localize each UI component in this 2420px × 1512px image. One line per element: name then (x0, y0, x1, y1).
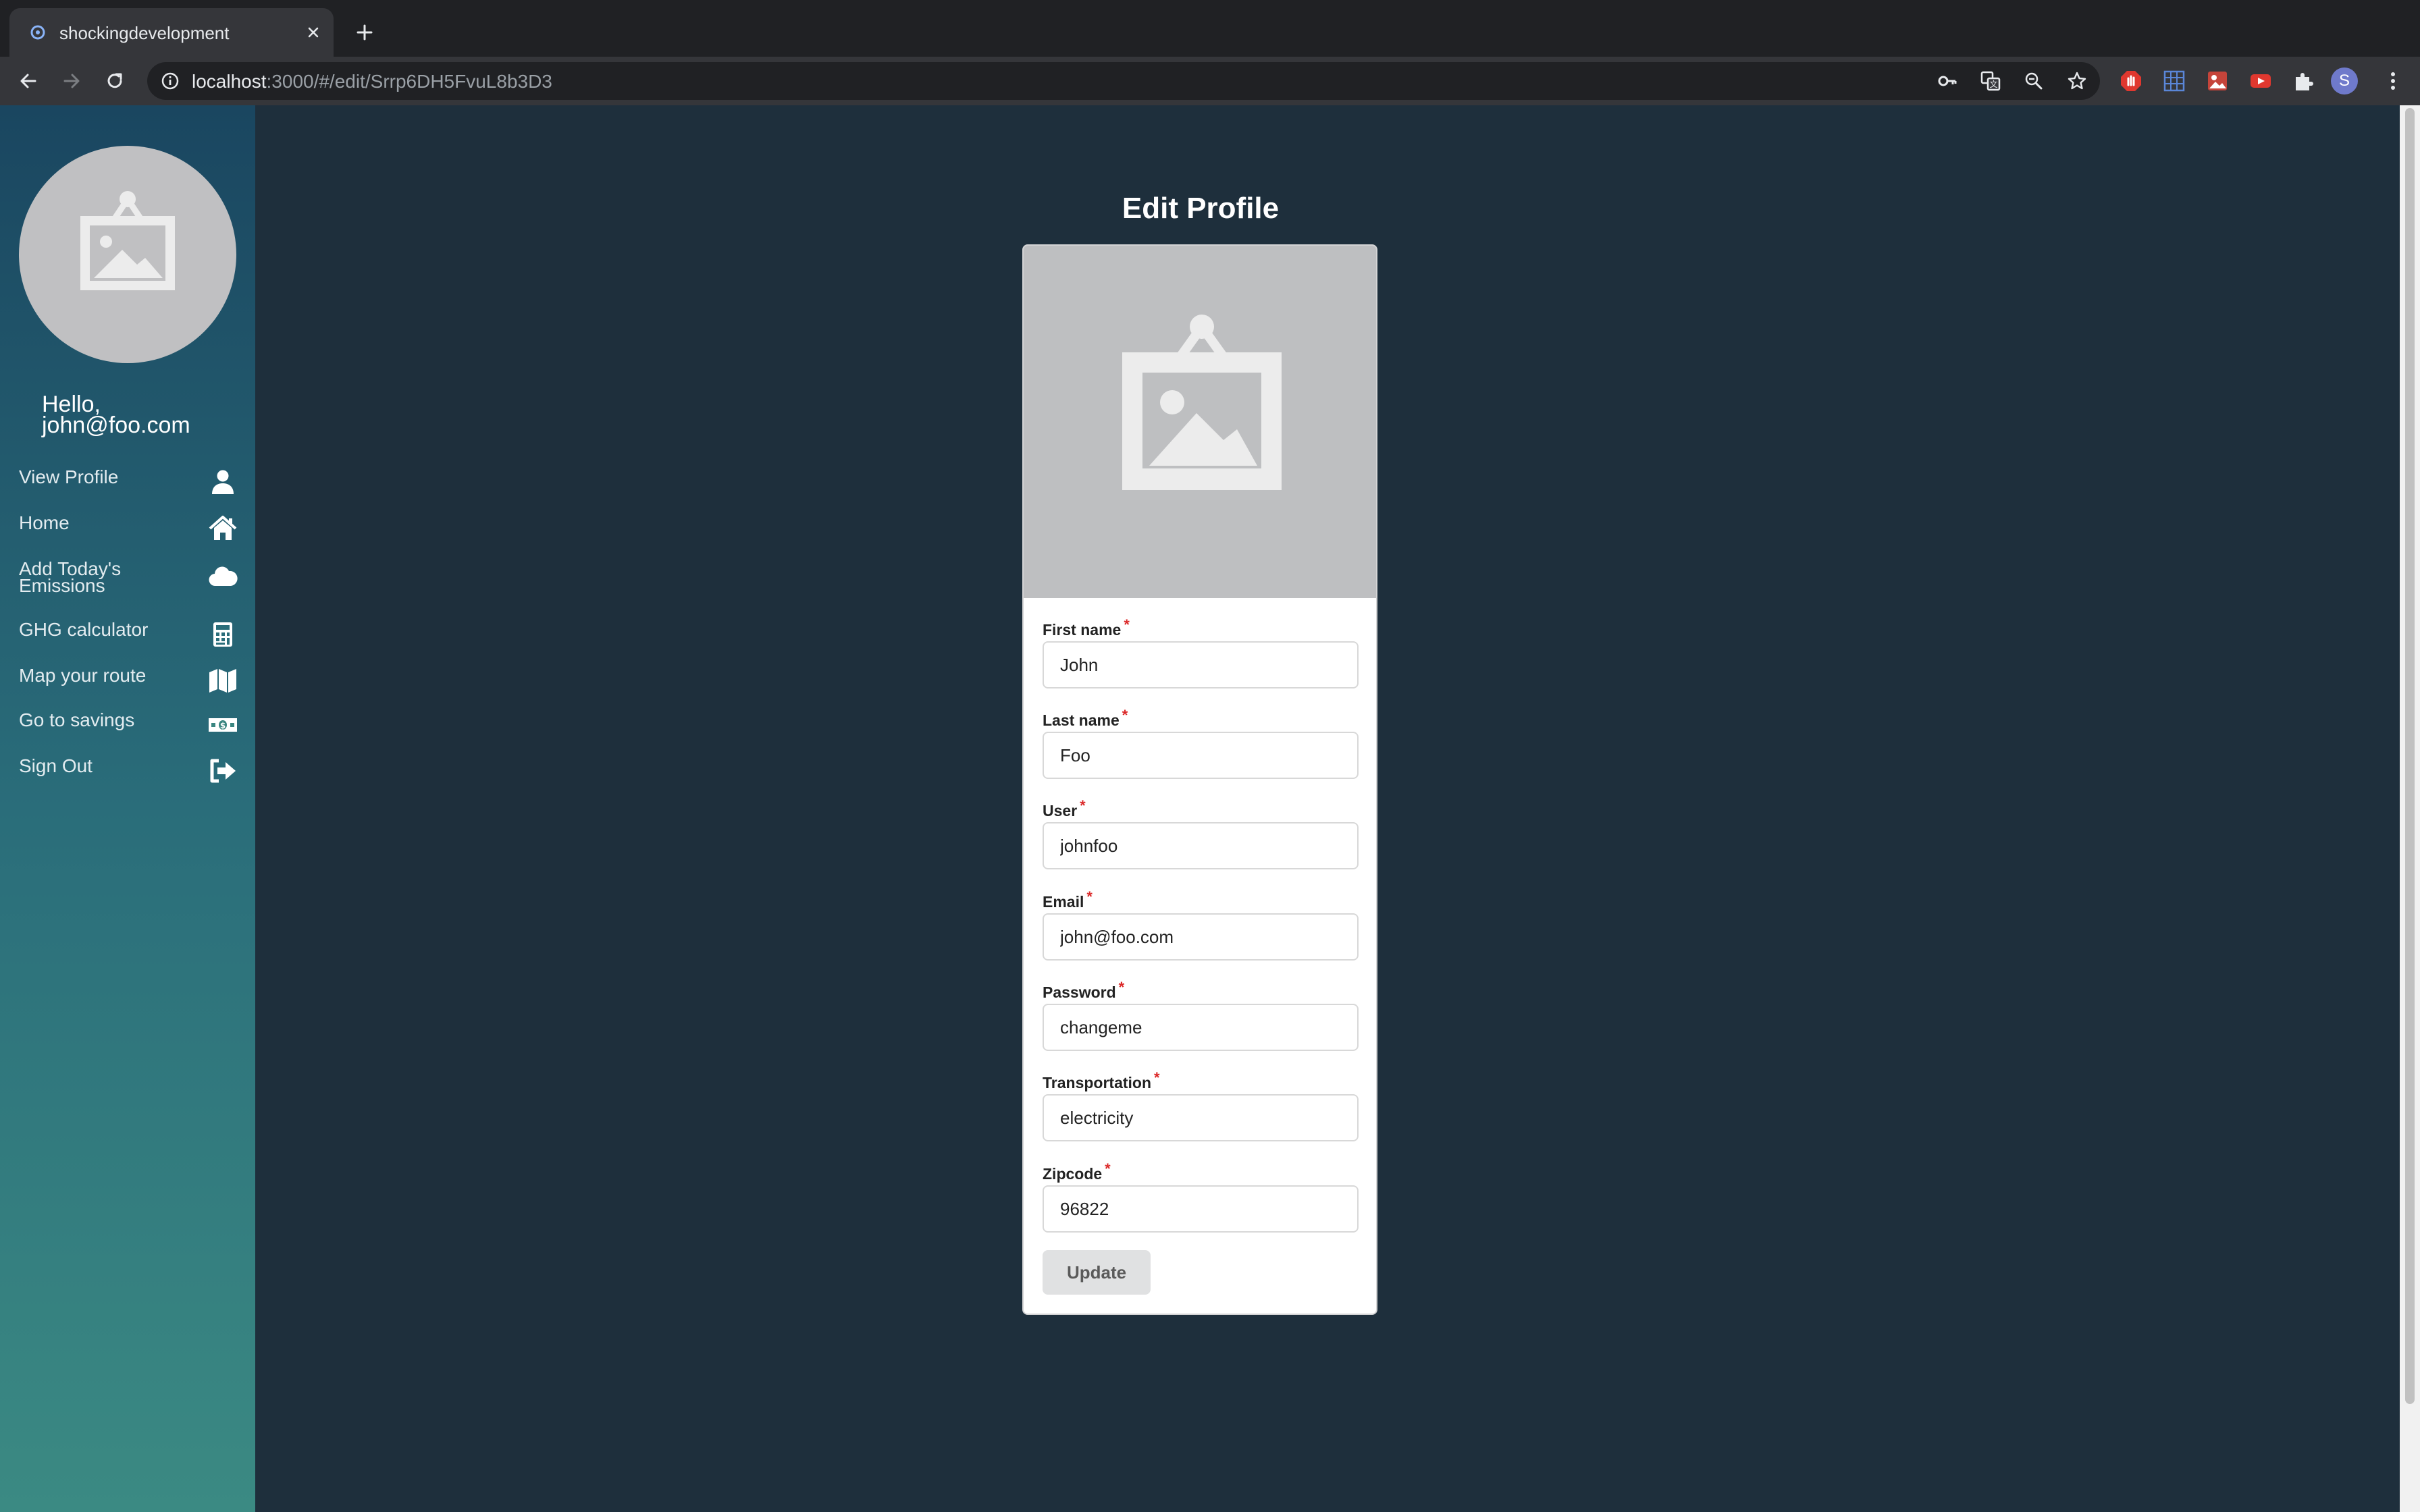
sidebar-item-label: Home (19, 512, 70, 533)
sidebar-item-label: Map your route (19, 665, 147, 686)
sidebar-item-map-route[interactable]: Map your route (19, 660, 238, 698)
translate-icon[interactable]: 文 (1980, 70, 2001, 92)
field-label: Email * (1043, 888, 1359, 913)
required-marker: * (1080, 797, 1086, 814)
sidebar-item-view-profile[interactable]: View Profile (19, 462, 238, 500)
field-label: Transportation * (1043, 1069, 1359, 1094)
last-name-input[interactable] (1043, 732, 1359, 779)
last-name-field: Last name * (1043, 707, 1359, 779)
zipcode-label: Zipcode (1043, 1165, 1103, 1183)
sidebar-item-add-emissions[interactable]: Add Today's Emissions (19, 554, 238, 608)
svg-text:文: 文 (1989, 79, 1997, 89)
zipcode-input[interactable] (1043, 1185, 1359, 1233)
new-tab-icon[interactable] (352, 20, 377, 45)
favicon-icon (30, 25, 45, 40)
grid-extension-icon[interactable] (2162, 69, 2186, 93)
url-path: :3000/#/edit/Srrp6DH5FvuL8b3D3 (266, 71, 552, 92)
required-marker: * (1086, 888, 1093, 905)
sign-out-icon (210, 759, 236, 783)
label-line2: Emissions (19, 575, 105, 596)
image-placeholder-icon (1122, 315, 1282, 490)
sidebar-item-label: Go to savings (19, 709, 135, 730)
password-label: Password (1043, 983, 1116, 1001)
bookmark-star-icon[interactable] (2066, 70, 2088, 92)
browser-tabstrip: shockingdevelopment (0, 0, 2420, 57)
tab-title: shockingdevelopment (59, 23, 230, 43)
transportation-input[interactable] (1043, 1094, 1359, 1141)
edit-profile-card: First name* Last name* User* Email* Pass… (1022, 244, 1377, 1315)
update-button[interactable]: Update (1043, 1250, 1151, 1295)
password-input[interactable] (1043, 1004, 1359, 1051)
info-icon[interactable] (161, 72, 180, 90)
zipcode-field: Zipcode * (1043, 1160, 1359, 1233)
money-icon: $ (209, 718, 237, 732)
sidebar-avatar (19, 146, 236, 363)
email-field: Email * (1043, 888, 1359, 961)
sidebar-item-savings[interactable]: Go to savings $ (19, 705, 238, 742)
main-content: Edit Profile First name* Last name* User… (255, 105, 2400, 1512)
home-icon (209, 516, 237, 540)
sidebar-item-label: View Profile (19, 466, 119, 487)
adblock-extension-icon[interactable] (2119, 69, 2143, 93)
sidebar-item-label: Add Today's Emissions (19, 560, 121, 596)
required-marker: * (1105, 1160, 1111, 1177)
greeting-email: john@foo.com (42, 412, 190, 438)
email-label: Email (1043, 893, 1084, 911)
browser-toolbar: localhost:3000/#/edit/Srrp6DH5FvuL8b3D3 … (0, 57, 2420, 105)
user-label: User (1043, 802, 1078, 819)
first-name-field: First name * (1043, 616, 1359, 688)
first-name-input[interactable] (1043, 641, 1359, 688)
field-label: Password * (1043, 979, 1359, 1004)
scrollbar-thumb[interactable] (2405, 108, 2415, 1404)
sidebar-item-label: Sign Out (19, 755, 93, 776)
sidebar-item-home[interactable]: Home (19, 508, 238, 545)
address-bar[interactable]: localhost:3000/#/edit/Srrp6DH5FvuL8b3D3 … (147, 62, 2100, 100)
sidebar-item-sign-out[interactable]: Sign Out (19, 751, 238, 788)
required-marker: * (1118, 979, 1125, 996)
user-field: User * (1043, 797, 1359, 869)
calculator-icon (213, 622, 232, 647)
required-marker: * (1124, 616, 1130, 633)
page-title: Edit Profile (1122, 192, 1280, 225)
more-menu-icon[interactable] (2379, 68, 2406, 94)
greeting: Hello, john@foo.com (42, 393, 190, 438)
forward-arrow-icon[interactable] (59, 69, 84, 93)
page-scrollbar[interactable] (2400, 105, 2420, 1512)
field-label: User * (1043, 797, 1359, 822)
email-input[interactable] (1043, 913, 1359, 961)
reload-icon[interactable] (103, 69, 127, 93)
required-marker: * (1154, 1069, 1160, 1086)
sidebar: Hello, john@foo.com View Profile Home Ad… (0, 105, 255, 1512)
first-name-label: First name (1043, 621, 1122, 639)
profile-image (1024, 246, 1376, 598)
user-icon (212, 470, 234, 494)
field-label: Last name * (1043, 707, 1359, 732)
transportation-field: Transportation * (1043, 1069, 1359, 1141)
key-icon[interactable] (1937, 70, 1958, 92)
url-host: localhost (192, 71, 267, 92)
profile-avatar[interactable]: S (2331, 68, 2358, 94)
close-icon[interactable] (302, 22, 324, 43)
sidebar-item-ghg-calculator[interactable]: GHG calculator (19, 614, 238, 652)
image-extension-icon[interactable] (2205, 69, 2230, 93)
field-label: Zipcode * (1043, 1160, 1359, 1185)
user-input[interactable] (1043, 822, 1359, 869)
password-field: Password * (1043, 979, 1359, 1051)
svg-text:$: $ (220, 721, 226, 730)
last-name-label: Last name (1043, 711, 1120, 729)
field-label: First name * (1043, 616, 1359, 641)
extensions-puzzle-icon[interactable] (2292, 69, 2316, 93)
sidebar-item-label: GHG calculator (19, 619, 149, 640)
transportation-label: Transportation (1043, 1074, 1152, 1091)
map-icon (209, 669, 236, 693)
back-arrow-icon[interactable] (16, 69, 41, 93)
url-text: localhost:3000/#/edit/Srrp6DH5FvuL8b3D3 (192, 71, 552, 92)
cloud-icon (209, 566, 238, 587)
browser-tab[interactable]: shockingdevelopment (9, 8, 334, 57)
image-placeholder-icon (80, 191, 175, 290)
zoom-icon[interactable] (2023, 70, 2045, 92)
video-extension-icon[interactable] (2248, 69, 2273, 93)
required-marker: * (1122, 707, 1128, 724)
